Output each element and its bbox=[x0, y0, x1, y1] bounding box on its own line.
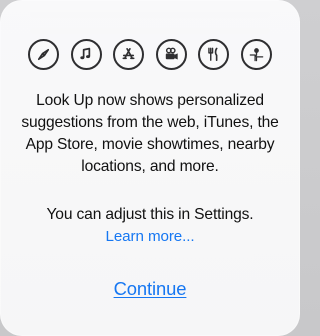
location-map-icon bbox=[240, 38, 272, 70]
settings-note: You can adjust this in Settings. bbox=[46, 206, 254, 223]
look-up-dialog: Look Up now shows personalized suggestio… bbox=[0, 0, 300, 336]
app-store-icon bbox=[113, 38, 145, 70]
movie-camera-icon bbox=[155, 38, 187, 70]
feature-icon-row bbox=[28, 37, 272, 71]
look-up-message: Look Up now shows personalized suggestio… bbox=[21, 92, 279, 175]
music-note-icon bbox=[70, 38, 102, 70]
compass-icon bbox=[28, 38, 59, 70]
learn-more-link[interactable]: Learn more... bbox=[0, 227, 300, 247]
continue-button[interactable]: Continue bbox=[95, 278, 205, 300]
restaurant-icon bbox=[198, 38, 230, 70]
